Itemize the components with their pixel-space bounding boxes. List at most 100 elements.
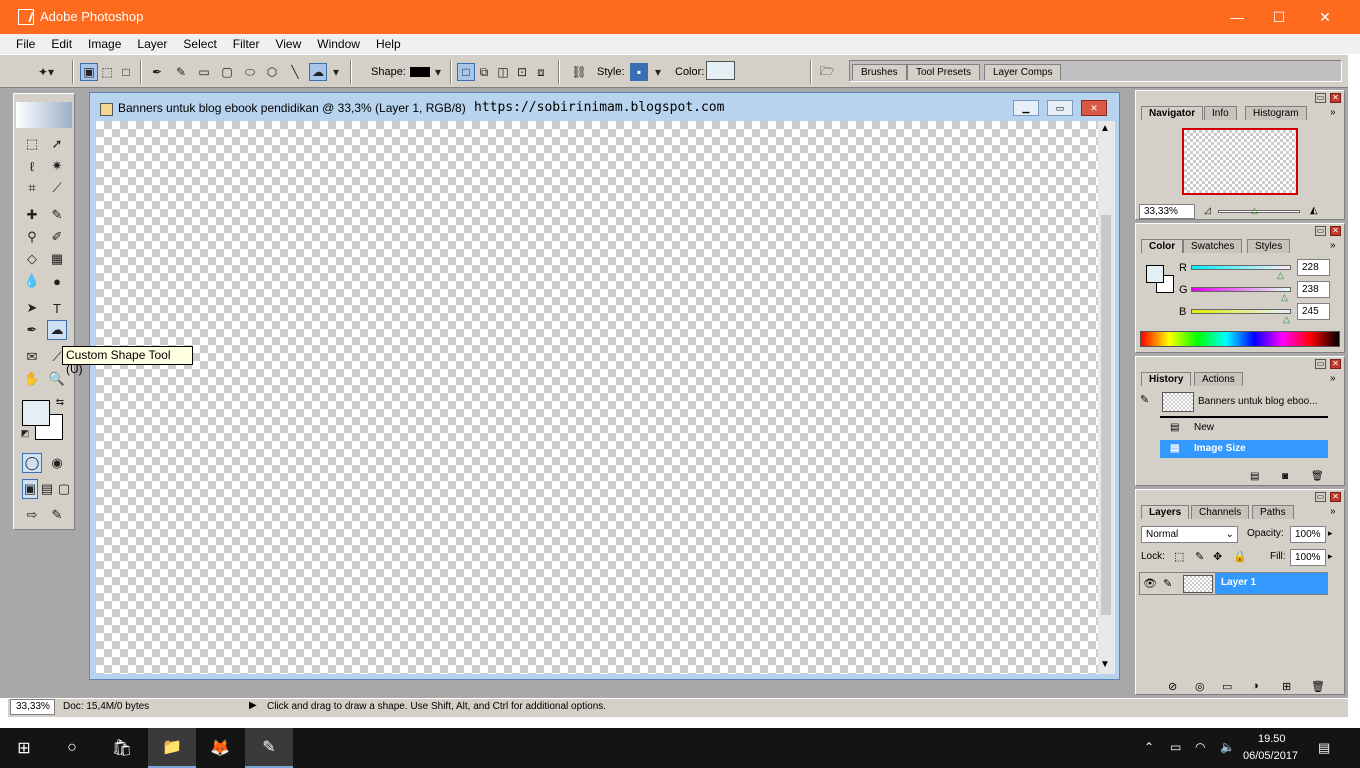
menu-image[interactable]: Image	[80, 37, 129, 51]
default-colors-icon[interactable]: ◩	[20, 428, 30, 438]
tab-channels[interactable]: Channels	[1191, 505, 1250, 519]
file-explorer-icon[interactable]: 📁	[148, 728, 196, 768]
polygon-shape-icon[interactable]: ⬡	[263, 63, 281, 81]
jump-to-imageready-icon[interactable]: ⇨	[22, 505, 42, 525]
maximize-button[interactable]: ☐	[1256, 0, 1302, 34]
dodge-tool-icon[interactable]: ●	[47, 271, 67, 291]
clock-time[interactable]: 19.50	[1258, 733, 1286, 745]
quick-mask-mode-icon[interactable]: ◉	[47, 453, 67, 473]
menu-help[interactable]: Help	[368, 37, 409, 51]
fill-pixels-mode-icon[interactable]: □	[117, 63, 135, 81]
status-menu-arrow-icon[interactable]: ▶	[249, 700, 257, 711]
scroll-thumb[interactable]	[1101, 215, 1111, 615]
menu-edit[interactable]: Edit	[43, 37, 80, 51]
search-circle-icon[interactable]: ○	[48, 728, 96, 768]
layer-name[interactable]: Layer 1	[1215, 573, 1328, 594]
minimize-button[interactable]: —	[1214, 0, 1260, 34]
tab-history[interactable]: History	[1141, 372, 1192, 386]
move-tool-icon[interactable]: ➚	[47, 134, 67, 154]
shape-picker[interactable]	[410, 67, 430, 77]
feather-logo-icon[interactable]	[16, 102, 72, 128]
history-snapshot-label[interactable]: Banners untuk blog eboo...	[1198, 396, 1318, 407]
eraser-tool-icon[interactable]: ◇	[22, 249, 42, 269]
crop-tool-icon[interactable]: ⌗	[22, 178, 42, 198]
color-ramp[interactable]	[1140, 331, 1340, 347]
palette-close-icon[interactable]: ✕	[1330, 93, 1341, 103]
clock-date[interactable]: 06/05/2017	[1243, 750, 1298, 762]
tab-info[interactable]: Info	[1204, 106, 1237, 120]
lock-transparency-icon[interactable]: ⬚	[1174, 550, 1184, 563]
palette-close-icon[interactable]: ✕	[1330, 492, 1341, 502]
brush-tool-icon[interactable]: ✎	[47, 205, 67, 225]
blend-mode-select[interactable]: Normal ⌄	[1141, 526, 1238, 543]
menu-filter[interactable]: Filter	[225, 37, 268, 51]
action-center-icon[interactable]: ▤	[1318, 740, 1330, 756]
fill-slider-icon[interactable]: ▸	[1328, 551, 1333, 562]
eye-visibility-icon[interactable]: 👁	[1143, 577, 1157, 590]
tab-histogram[interactable]: Histogram	[1245, 106, 1307, 120]
ellipse-shape-icon[interactable]: ⬭	[241, 63, 259, 81]
menu-select[interactable]: Select	[175, 37, 224, 51]
layer-thumbnail[interactable]	[1183, 575, 1213, 593]
brush-edit-icon[interactable]: ✎	[1163, 577, 1172, 590]
windows-start-icon[interactable]: ⊞	[0, 728, 48, 768]
zoom-tool-icon[interactable]: 🔍	[47, 369, 67, 389]
lasso-tool-icon[interactable]: ℓ	[22, 156, 42, 176]
slice-tool-icon[interactable]: ⟋	[47, 178, 67, 198]
healing-brush-tool-icon[interactable]: ✚	[22, 205, 42, 225]
photoshop-taskbar-icon[interactable]: ✎	[245, 728, 293, 768]
tab-color[interactable]: Color	[1141, 239, 1184, 253]
adjustment-layer-icon[interactable]: ◑	[1252, 680, 1259, 692]
fill-field[interactable]: 100%	[1290, 549, 1326, 566]
palette-minimize-icon[interactable]: ▭	[1315, 93, 1326, 103]
new-snapshot-icon[interactable]: ◙	[1282, 471, 1288, 482]
freeform-pen-icon[interactable]: ✎	[172, 63, 190, 81]
channel-r-field[interactable]: 228	[1297, 259, 1330, 276]
zoom-field[interactable]: 33,33%	[10, 699, 55, 715]
slider-g-handle-icon[interactable]: △	[1281, 292, 1288, 303]
clone-stamp-tool-icon[interactable]: ⚲	[22, 227, 42, 247]
well-tab-layer-comps[interactable]: Layer Comps	[984, 64, 1062, 80]
doc-maximize-button[interactable]: ▭	[1047, 100, 1073, 116]
history-item-selected[interactable]: ▤ Image Size	[1160, 440, 1328, 458]
zoom-in-icon[interactable]: ◭	[1310, 205, 1318, 216]
palette-minimize-icon[interactable]: ▭	[1315, 226, 1326, 236]
zoom-slider-handle-icon[interactable]: △	[1251, 205, 1258, 216]
pen-tool-icon[interactable]: ✒	[22, 320, 42, 340]
opacity-field[interactable]: 100%	[1290, 526, 1326, 543]
palette-minimize-icon[interactable]: ▭	[1315, 359, 1326, 369]
tab-styles[interactable]: Styles	[1247, 239, 1291, 253]
palette-minimize-icon[interactable]: ▭	[1315, 492, 1326, 502]
paths-mode-icon[interactable]: ⬚	[98, 63, 116, 81]
firefox-icon[interactable]: 🦊	[196, 728, 244, 768]
style-picker-icon[interactable]: ▪	[630, 63, 648, 81]
tab-navigator[interactable]: Navigator	[1141, 106, 1204, 120]
standard-mode-icon[interactable]: ◯	[22, 453, 42, 473]
navigator-preview[interactable]	[1182, 128, 1298, 195]
blur-tool-icon[interactable]: 💧	[22, 271, 42, 291]
vertical-scrollbar[interactable]: ▲ ▼	[1098, 121, 1115, 674]
scroll-down-icon[interactable]: ▼	[1100, 659, 1110, 670]
type-tool-icon[interactable]: T	[47, 298, 67, 318]
channel-b-field[interactable]: 245	[1297, 303, 1330, 320]
show-hidden-icons-icon[interactable]: ⌃	[1144, 740, 1154, 754]
slider-b-handle-icon[interactable]: △	[1283, 314, 1290, 325]
shape-picker-chevron-icon[interactable]: ▾	[432, 63, 444, 81]
tool-preset-picker-icon[interactable]: ✦▾	[28, 63, 64, 81]
palette-well-icon[interactable]: 🗁	[818, 63, 836, 81]
delete-state-icon[interactable]: 🗑	[1311, 471, 1324, 482]
tab-swatches[interactable]: Swatches	[1183, 239, 1243, 253]
menu-view[interactable]: View	[267, 37, 309, 51]
full-screen-menu-mode-icon[interactable]: ▤	[39, 479, 55, 499]
notes-tool-icon[interactable]: ✉	[22, 347, 42, 367]
store-icon[interactable]: 🛍	[98, 728, 146, 768]
marquee-tool-icon[interactable]: ⬚	[22, 134, 42, 154]
custom-shape-icon[interactable]: ☁	[309, 63, 327, 81]
canvas-transparent[interactable]	[96, 121, 1098, 674]
new-document-from-state-icon[interactable]: ▤	[1250, 471, 1259, 482]
zoom-out-icon[interactable]: ◿	[1204, 205, 1211, 216]
magic-wand-tool-icon[interactable]: ✷	[47, 156, 67, 176]
lock-position-icon[interactable]: ✥	[1213, 550, 1222, 563]
tab-paths[interactable]: Paths	[1252, 505, 1294, 519]
exclude-shape-area-icon[interactable]: ⧈	[532, 63, 550, 81]
